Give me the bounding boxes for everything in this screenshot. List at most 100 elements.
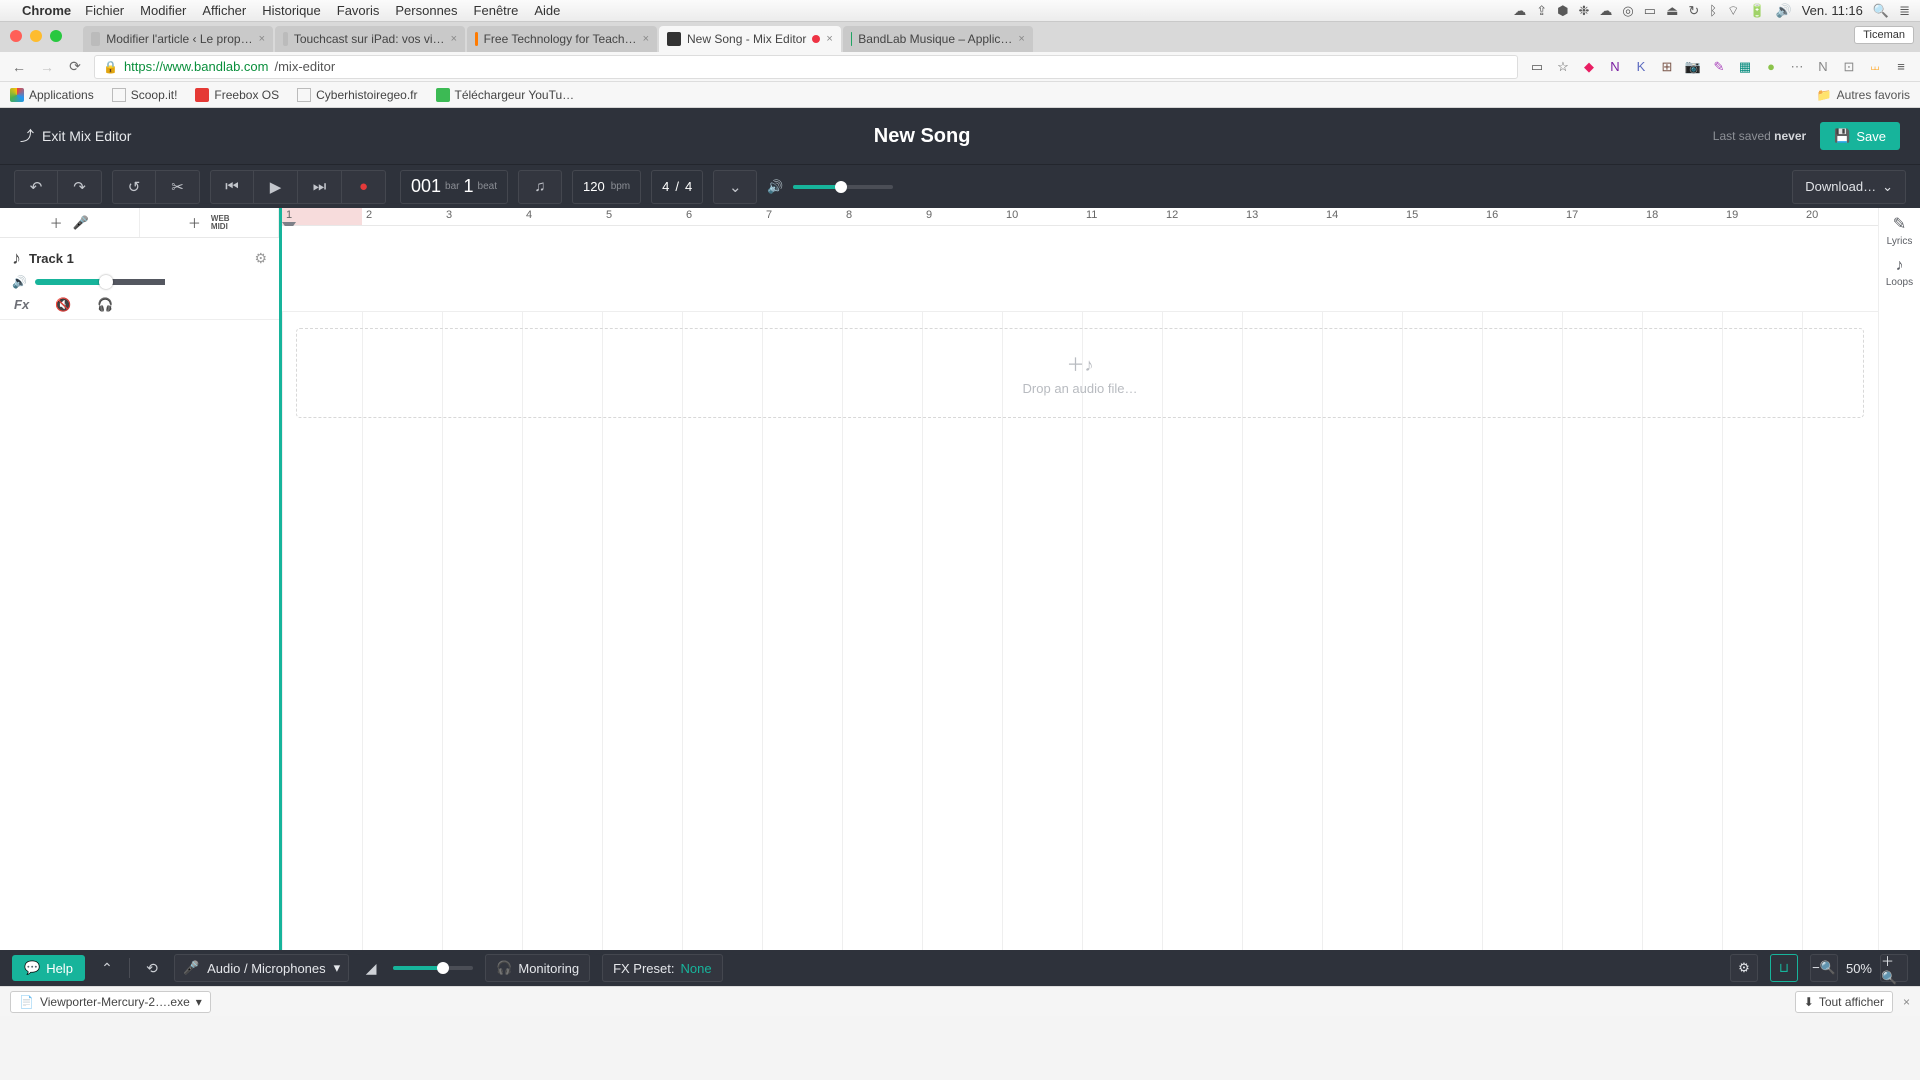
tempo-input[interactable]: 120bpm xyxy=(572,170,641,204)
window-controls[interactable] xyxy=(10,30,62,42)
rewind-button[interactable]: ⏮ xyxy=(210,170,254,204)
loops-panel-button[interactable]: ♪Loops xyxy=(1882,257,1918,288)
collapse-button[interactable]: ⌃ xyxy=(97,960,117,977)
camera-icon[interactable]: 📷 xyxy=(1684,58,1702,76)
tab-1[interactable]: Touchcast sur iPad: vos vi…× xyxy=(275,26,465,52)
track-1[interactable]: ♪ Track 1 ⚙ 🔊 Fx 🔇 🎧 xyxy=(0,238,279,320)
drop-zone[interactable]: ＋♪ Drop an audio file… xyxy=(296,328,1864,418)
track-settings-button[interactable]: ⚙ xyxy=(254,250,267,267)
ext-n-icon[interactable]: N xyxy=(1814,58,1832,76)
close-icon[interactable]: × xyxy=(451,33,457,45)
circles-icon[interactable]: ◎ xyxy=(1622,3,1633,19)
bookmark-youtube-dl[interactable]: Téléchargeur YouTu… xyxy=(436,88,575,102)
redo-button[interactable]: ↷ xyxy=(58,170,102,204)
tab-2[interactable]: Free Technology for Teach…× xyxy=(467,26,657,52)
zoom-out-button[interactable]: −🔍 xyxy=(1810,954,1838,982)
track-1-lane[interactable] xyxy=(282,226,1878,312)
forward-button[interactable]: → xyxy=(38,59,56,75)
menu-afficher[interactable]: Afficher xyxy=(202,3,246,18)
reload-button[interactable]: ⟳ xyxy=(66,58,84,75)
timeline[interactable]: 1234567891011121314151617181920 ＋♪ Drop … xyxy=(282,208,1878,950)
menu-aide[interactable]: Aide xyxy=(534,3,560,18)
chrome-menu-icon[interactable]: ≡ xyxy=(1892,58,1910,76)
menu-favoris[interactable]: Favoris xyxy=(337,3,380,18)
zoom-readout[interactable]: 50% xyxy=(1846,961,1872,976)
eject-icon[interactable]: ⏏ xyxy=(1666,3,1678,19)
menu-modifier[interactable]: Modifier xyxy=(140,3,186,18)
notification-center-icon[interactable]: ≣ xyxy=(1899,3,1910,19)
ext-dot-icon[interactable]: ● xyxy=(1762,58,1780,76)
volume-icon[interactable]: 🔊 xyxy=(767,179,783,195)
master-volume-slider[interactable] xyxy=(793,185,893,189)
add-audio-track[interactable]: ＋🎤 xyxy=(0,208,140,237)
exit-mix-editor[interactable]: ⤴ Exit Mix Editor xyxy=(20,126,131,146)
add-midi-track[interactable]: ＋WEBMIDI xyxy=(140,208,280,237)
chrome-profile[interactable]: Ticeman xyxy=(1854,26,1914,44)
sync-icon[interactable]: ❉ xyxy=(1579,3,1590,19)
ext-k-icon[interactable]: K xyxy=(1632,58,1650,76)
audio-input-select[interactable]: 🎤Audio / Microphones▾ xyxy=(174,954,349,982)
ext-icon[interactable]: ◆ xyxy=(1580,58,1598,76)
ext-icon[interactable]: ⋯ xyxy=(1788,58,1806,76)
snap-button[interactable]: ⊔ xyxy=(1770,954,1798,982)
track-mute-button[interactable]: 🔇 xyxy=(55,297,71,313)
menu-fichier[interactable]: Fichier xyxy=(85,3,124,18)
track-solo-button[interactable]: 🎧 xyxy=(97,297,113,313)
settings-button[interactable]: ⚙ xyxy=(1730,954,1758,982)
dropbox-icon[interactable]: ⬢ xyxy=(1557,3,1568,19)
bookmark-cyberhistoire[interactable]: Cyberhistoiregeo.fr xyxy=(297,88,417,102)
help-button[interactable]: 💬Help xyxy=(12,955,85,981)
tab-0[interactable]: Modifier l'article ‹ Le prop…× xyxy=(83,26,273,52)
mac-app-name[interactable]: Chrome xyxy=(22,3,71,18)
undo-button[interactable]: ↶ xyxy=(14,170,58,204)
song-title[interactable]: New Song xyxy=(131,125,1712,148)
loop-button[interactable]: ↺ xyxy=(112,170,156,204)
close-icon[interactable]: × xyxy=(259,33,265,45)
chevron-down-icon[interactable]: ▾ xyxy=(196,995,202,1009)
bookmark-scoopit[interactable]: Scoop.it! xyxy=(112,88,178,102)
monitoring-button[interactable]: 🎧Monitoring xyxy=(485,954,590,982)
zoom-in-button[interactable]: ＋🔍 xyxy=(1880,954,1908,982)
close-icon[interactable]: × xyxy=(826,33,832,45)
inbox-icon[interactable]: ⇪ xyxy=(1536,3,1547,19)
download-button[interactable]: Download…⌄ xyxy=(1792,170,1906,204)
menu-historique[interactable]: Historique xyxy=(262,3,321,18)
bookmark-freebox[interactable]: Freebox OS xyxy=(195,88,279,102)
track-name[interactable]: Track 1 xyxy=(29,251,246,266)
download-item[interactable]: 📄Viewporter-Mercury-2….exe▾ xyxy=(10,991,211,1013)
cloud-icon[interactable]: ☁︎ xyxy=(1513,3,1526,19)
fx-preset-button[interactable]: FX Preset: None xyxy=(602,954,723,982)
menu-fenetre[interactable]: Fenêtre xyxy=(474,3,519,18)
mac-clock[interactable]: Ven. 11:16 xyxy=(1802,3,1863,18)
position-readout[interactable]: 001bar 1beat xyxy=(400,170,508,204)
volume-icon[interactable]: 🔊 xyxy=(1776,3,1792,19)
save-button[interactable]: 💾Save xyxy=(1820,122,1900,150)
tab-3[interactable]: New Song - Mix Editor× xyxy=(659,26,841,52)
close-icon[interactable]: × xyxy=(1018,33,1024,45)
ext-icon[interactable]: ▦ xyxy=(1736,58,1754,76)
cut-button[interactable]: ✂ xyxy=(156,170,200,204)
address-bar[interactable]: 🔒 https://www.bandlab.com/mix-editor xyxy=(94,55,1518,79)
back-button[interactable]: ← xyxy=(10,59,28,75)
record-button[interactable]: ● xyxy=(342,170,386,204)
metronome-button[interactable]: ♫ xyxy=(518,170,562,204)
show-all-downloads[interactable]: ⬇Tout afficher xyxy=(1795,991,1893,1013)
star-icon[interactable]: ☆ xyxy=(1554,58,1572,76)
tempo-dropdown[interactable]: ⌄ xyxy=(713,170,757,204)
cloud2-icon[interactable]: ☁︎ xyxy=(1599,3,1612,19)
timemachine-icon[interactable]: ↻ xyxy=(1688,3,1699,19)
lyrics-panel-button[interactable]: ✎Lyrics xyxy=(1882,214,1918,247)
battery-icon[interactable]: 🔋 xyxy=(1749,3,1765,19)
close-download-bar[interactable]: × xyxy=(1903,995,1910,1009)
tab-4[interactable]: BandLab Musique – Applic…× xyxy=(843,26,1033,52)
track-volume-slider[interactable] xyxy=(35,279,165,285)
track-volume-icon[interactable]: 🔊 xyxy=(12,275,27,289)
spotlight-icon[interactable]: 🔍 xyxy=(1873,3,1889,19)
input-gain-slider[interactable] xyxy=(393,966,473,970)
close-icon[interactable]: × xyxy=(643,33,649,45)
ruler[interactable]: 1234567891011121314151617181920 xyxy=(282,208,1878,226)
ext-icon[interactable]: ⊡ xyxy=(1840,58,1858,76)
ext-icon[interactable]: ⊞ xyxy=(1658,58,1676,76)
other-bookmarks[interactable]: 📁Autres favoris xyxy=(1817,88,1910,102)
track-fx-button[interactable]: Fx xyxy=(14,297,29,313)
